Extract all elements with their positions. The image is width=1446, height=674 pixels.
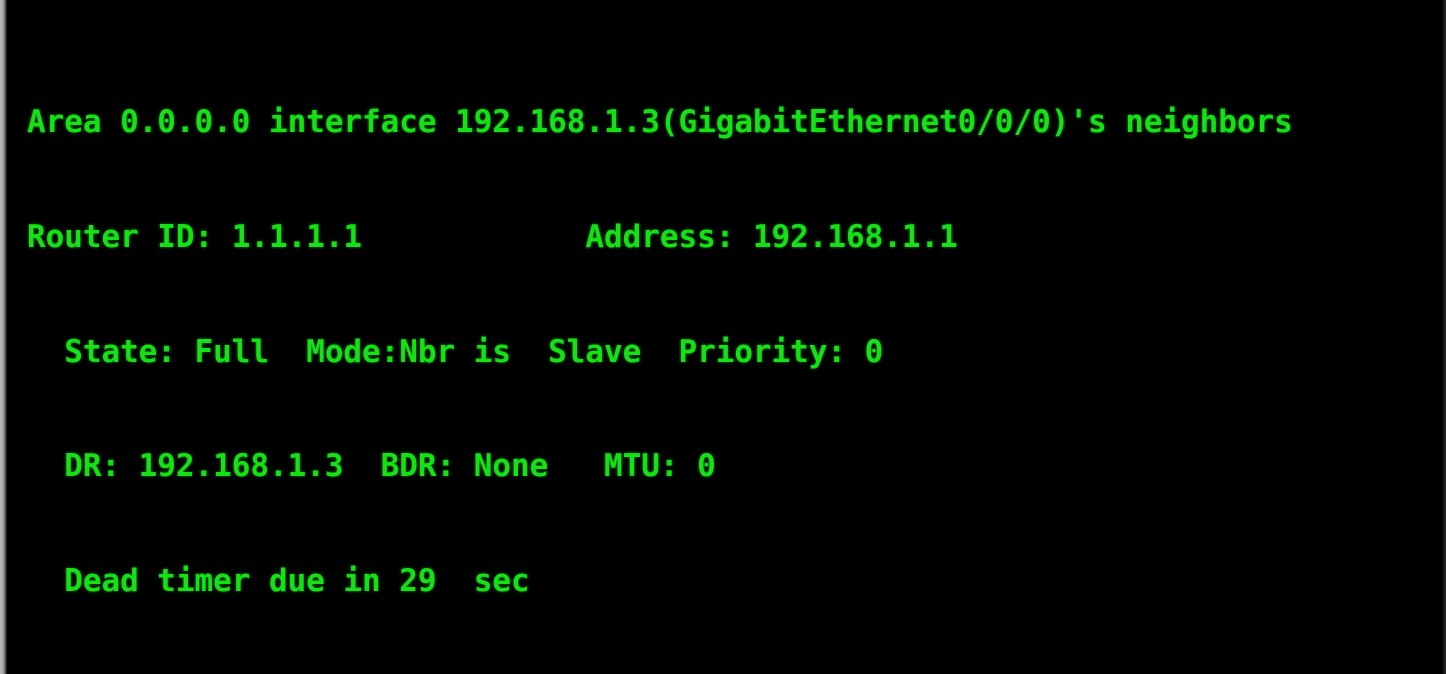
terminal-line: Dead timer due in 29 sec — [27, 562, 530, 599]
terminal-window[interactable]: Area 0.0.0.0 interface 192.168.1.3(Gigab… — [0, 0, 1446, 674]
terminal-output-area[interactable]: Area 0.0.0.0 interface 192.168.1.3(Gigab… — [27, 27, 1440, 674]
window-left-edge-strip — [0, 0, 7, 674]
terminal-line: Router ID: 1.1.1.1 Address: 192.168.1.1 — [27, 219, 958, 255]
terminal-line: State: Full Mode:Nbr is Slave Priority: … — [27, 333, 884, 370]
terminal-line: Area 0.0.0.0 interface 192.168.1.3(Gigab… — [27, 104, 1293, 141]
terminal-line: DR: 192.168.1.3 BDR: None MTU: 0 — [27, 448, 716, 485]
